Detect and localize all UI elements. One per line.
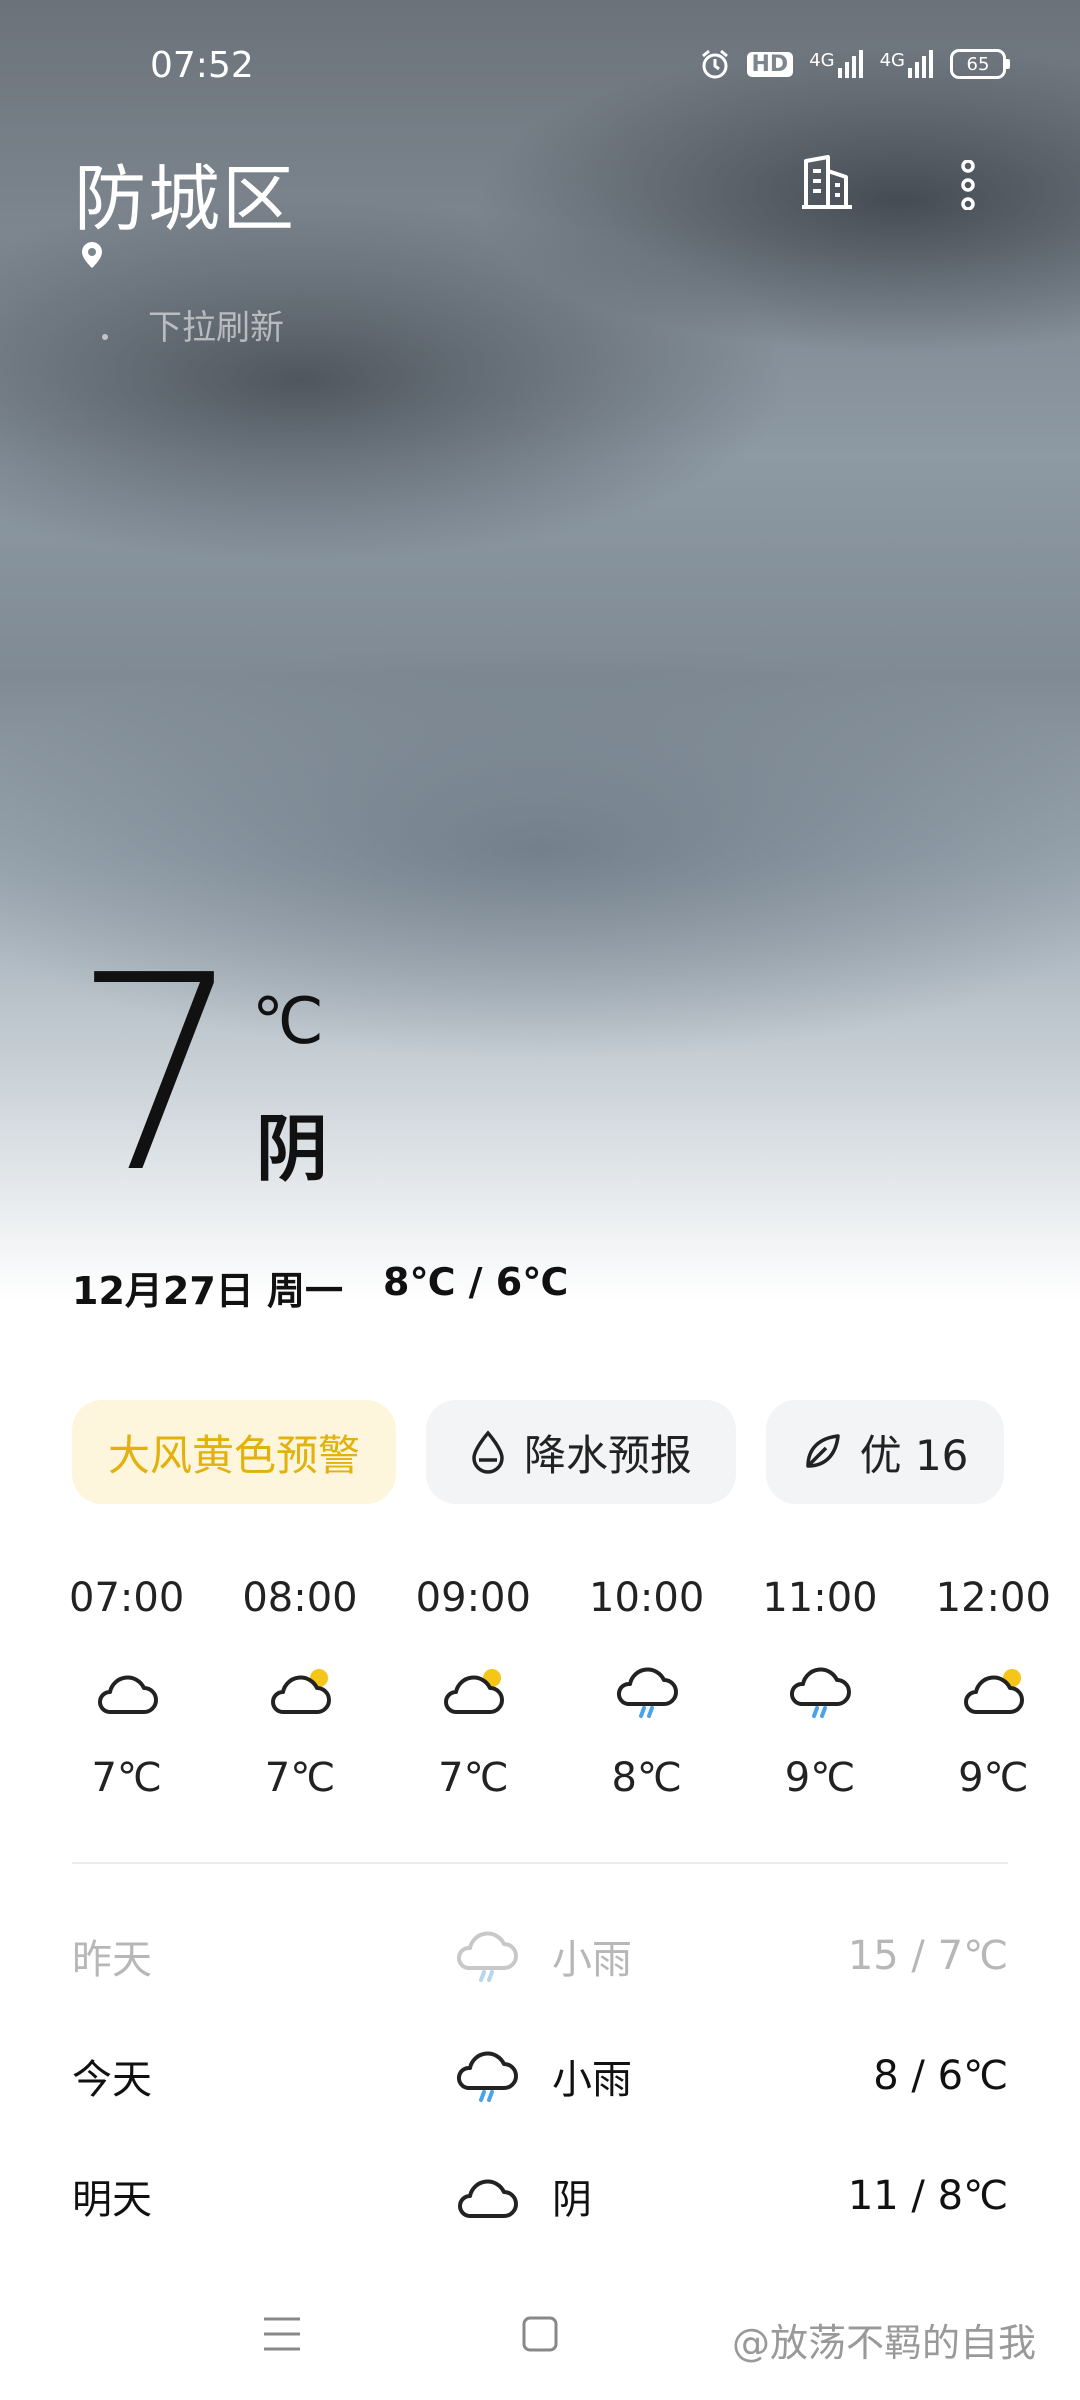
air-quality-chip[interactable]: 优 16 xyxy=(766,1400,1004,1504)
more-options-button[interactable] xyxy=(956,159,980,213)
signal-2: 4G xyxy=(880,50,934,78)
hour-item: 10:00 8℃ xyxy=(560,1575,733,1801)
hd-badge: HD xyxy=(746,51,794,77)
city-manage-button[interactable] xyxy=(800,155,854,214)
status-time: 07:52 xyxy=(150,45,254,86)
day-condition: 小雨 xyxy=(552,2057,632,2103)
signal-bars-icon xyxy=(908,50,933,78)
daily-row-today[interactable]: 今天 小雨 8 / 6℃ xyxy=(72,2036,1008,2116)
hour-item: 07:00 7℃ xyxy=(40,1575,213,1801)
hour-time: 08:00 xyxy=(242,1575,358,1621)
recent-apps-button[interactable] xyxy=(262,2315,302,2356)
current-condition: 阴 xyxy=(256,1107,329,1191)
hour-item: 09:00 7℃ xyxy=(387,1575,560,1801)
daily-row-yesterday[interactable]: 昨天 小雨 15 / 7℃ xyxy=(72,1916,1008,1996)
hour-time: 10:00 xyxy=(589,1575,705,1621)
aqi-label: 优 16 xyxy=(859,1430,969,1480)
daily-row-tomorrow[interactable]: 明天 阴 11 / 8℃ xyxy=(72,2156,1008,2236)
hour-time: 11:00 xyxy=(762,1575,878,1621)
hour-temp: 9℃ xyxy=(784,1755,856,1801)
city-name[interactable]: 防城区 xyxy=(74,140,296,245)
day-temp-range: 15 / 7℃ xyxy=(847,1933,1008,1979)
day-condition: 小雨 xyxy=(552,1937,632,1983)
hour-item: 12:00 9℃ xyxy=(907,1575,1080,1801)
hour-time: 09:00 xyxy=(415,1575,531,1621)
day-name: 昨天 xyxy=(72,1937,152,1983)
hour-temp: 8℃ xyxy=(611,1755,682,1801)
alert-label: 大风黄色预警 xyxy=(107,1430,360,1480)
network-type-1: 4G xyxy=(809,50,835,71)
hour-time: 07:00 xyxy=(69,1575,185,1621)
hour-temp: 9℃ xyxy=(958,1755,1029,1801)
battery-level: 65 xyxy=(950,49,1006,79)
water-drop-icon xyxy=(472,1430,504,1474)
hour-time: 12:00 xyxy=(935,1575,1051,1621)
status-icons: HD 4G 4G 65 xyxy=(699,48,1010,80)
hour-item: 11:00 9℃ xyxy=(733,1575,906,1801)
hour-temp: 7℃ xyxy=(438,1755,509,1801)
watermark: @放荡不羁的自我 xyxy=(732,2321,1037,2365)
hourly-forecast[interactable]: 07:00 7℃ 08:00 7℃ 09:00 7℃ 10:00 8℃ 11:0… xyxy=(40,1575,1080,1801)
hour-item: 08:00 7℃ xyxy=(213,1575,386,1801)
signal-1: 4G xyxy=(809,50,863,78)
date-line: 12月27日 周一 8℃ / 6℃ xyxy=(72,1260,568,1315)
leaf-icon xyxy=(805,1434,840,1468)
current-temperature: 7 xyxy=(72,917,244,1232)
light-rain-icon xyxy=(457,1931,518,1982)
day-condition: 阴 xyxy=(552,2177,592,2223)
today-temp-range: 8℃ / 6℃ xyxy=(383,1260,569,1304)
home-button[interactable] xyxy=(522,2316,558,2355)
menu-icon xyxy=(264,2317,300,2351)
home-square-icon xyxy=(522,2316,558,2352)
building-icon xyxy=(802,155,852,209)
cloudy-icon xyxy=(458,2179,518,2218)
day-name: 明天 xyxy=(72,2177,152,2223)
partly-cloudy-icon xyxy=(444,1669,505,1714)
signal-bars-icon xyxy=(837,50,863,78)
partly-cloudy-icon xyxy=(271,1669,331,1714)
partly-cloudy-icon xyxy=(964,1669,1025,1714)
alarm-icon xyxy=(701,49,728,79)
battery-icon: 65 xyxy=(950,49,1010,79)
hour-temp: 7℃ xyxy=(91,1755,162,1801)
day-temp-range: 11 / 8℃ xyxy=(847,2173,1008,2219)
hour-temp: 7℃ xyxy=(264,1755,336,1801)
refresh-indicator xyxy=(102,334,108,340)
pull-to-refresh-hint: 下拉刷新 xyxy=(148,308,284,348)
wind-alert-chip[interactable]: 大风黄色预警 xyxy=(72,1400,396,1504)
divider xyxy=(72,1862,1008,1864)
cloudy-icon xyxy=(97,1675,158,1714)
light-rain-icon xyxy=(616,1667,678,1718)
day-name: 今天 xyxy=(72,2057,152,2103)
temperature-unit: ℃ xyxy=(252,985,324,1059)
light-rain-icon xyxy=(457,2051,518,2102)
location-pin-icon xyxy=(82,242,102,268)
more-vertical-icon xyxy=(961,159,975,211)
precip-label: 降水预报 xyxy=(523,1430,692,1480)
current-date: 12月27日 周一 xyxy=(72,1269,343,1313)
precipitation-forecast-chip[interactable]: 降水预报 xyxy=(426,1400,736,1504)
network-type-2: 4G xyxy=(879,50,905,71)
day-temp-range: 8 / 6℃ xyxy=(873,2053,1008,2099)
light-rain-icon xyxy=(789,1667,851,1718)
